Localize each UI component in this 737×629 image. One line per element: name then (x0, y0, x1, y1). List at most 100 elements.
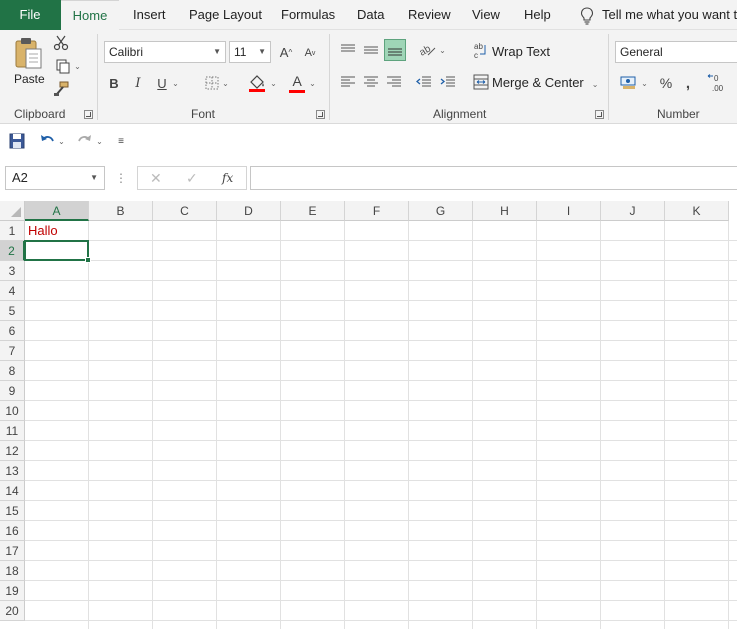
align-center-button[interactable] (361, 72, 381, 92)
column-header-a[interactable]: A (25, 201, 89, 221)
column-header-d[interactable]: D (217, 201, 281, 221)
row-header-15[interactable]: 15 (0, 501, 25, 521)
row-header-5[interactable]: 5 (0, 301, 25, 321)
row-header-1[interactable]: 1 (0, 221, 25, 241)
undo-button[interactable]: ⌄ (36, 132, 68, 150)
number-format-select[interactable]: General (615, 41, 737, 63)
gridline (152, 221, 153, 629)
tab-home[interactable]: Home (61, 0, 119, 30)
align-left-button[interactable] (338, 72, 358, 92)
cell-a1[interactable]: Hallo (28, 223, 58, 238)
enter-icon[interactable]: ✓ (186, 167, 198, 189)
merge-center-button[interactable]: Merge & Center ⌄ (492, 74, 598, 94)
customize-qat-button[interactable]: ≡ (114, 132, 128, 150)
tab-formulas[interactable]: Formulas (281, 0, 335, 30)
tab-review[interactable]: Review (408, 0, 451, 30)
gridline (25, 560, 737, 561)
column-header-j[interactable]: J (601, 201, 665, 221)
gridline (25, 280, 737, 281)
name-box[interactable]: A2 ▼ (5, 166, 105, 190)
row-header-4[interactable]: 4 (0, 281, 25, 301)
column-header-g[interactable]: G (409, 201, 473, 221)
tab-file[interactable]: File (0, 0, 60, 30)
row-header-19[interactable]: 19 (0, 581, 25, 601)
row-header-16[interactable]: 16 (0, 521, 25, 541)
row-header-7[interactable]: 7 (0, 341, 25, 361)
save-button[interactable] (8, 132, 26, 150)
borders-button[interactable]: ⌄ (199, 74, 235, 92)
increase-decimal-button[interactable]: 0.00 (704, 70, 732, 96)
tab-page-layout[interactable]: Page Layout (189, 0, 262, 30)
format-painter-button[interactable] (52, 80, 70, 98)
worksheet-grid[interactable]: A B C D E F G H I J K 1 2 3 4 5 6 7 8 9 10 11 12 13 14 15 16 17 18 19… (0, 201, 737, 629)
row-header-10[interactable]: 10 (0, 401, 25, 421)
grow-font-button[interactable]: A ^ (278, 43, 294, 61)
row-header-12[interactable]: 12 (0, 441, 25, 461)
font-family-select[interactable]: Calibri ▼ (104, 41, 226, 63)
copy-icon (56, 59, 70, 74)
column-header-f[interactable]: F (345, 201, 409, 221)
row-header-6[interactable]: 6 (0, 321, 25, 341)
align-right-button[interactable] (384, 72, 404, 92)
clipboard-launcher-icon[interactable] (84, 110, 93, 119)
alignment-launcher-icon[interactable] (595, 110, 604, 119)
font-launcher-icon[interactable] (316, 110, 325, 119)
tell-me-search[interactable]: Tell me what you want to (580, 0, 737, 30)
row-header-18[interactable]: 18 (0, 561, 25, 581)
row-header-14[interactable]: 14 (0, 481, 25, 501)
row-header-13[interactable]: 13 (0, 461, 25, 481)
row-header-9[interactable]: 9 (0, 381, 25, 401)
bold-button[interactable]: B (106, 74, 122, 92)
row-header-8[interactable]: 8 (0, 361, 25, 381)
increase-indent-icon (440, 76, 455, 87)
font-size-select[interactable]: 11 ▼ (229, 41, 271, 63)
ribbon-home: Paste ⌄ Clipboard Calibri ▼ 11 ▼ A ^ A v… (0, 30, 737, 124)
column-header-c[interactable]: C (153, 201, 217, 221)
fill-color-button[interactable]: ⌄ (245, 72, 279, 94)
column-header-k[interactable]: K (665, 201, 729, 221)
increase-indent-button[interactable] (438, 72, 458, 92)
italic-button[interactable]: I (130, 74, 146, 92)
cancel-icon[interactable]: ✕ (150, 167, 162, 189)
copy-button[interactable]: ⌄ (52, 57, 84, 75)
cut-button[interactable] (52, 34, 70, 52)
orientation-button[interactable]: ab ⌄ (416, 40, 448, 60)
column-header-e[interactable]: E (281, 201, 345, 221)
comma-button[interactable]: , (680, 72, 696, 94)
row-header-20[interactable]: 20 (0, 601, 25, 621)
middle-align-button[interactable] (361, 40, 381, 60)
align-right-icon (387, 76, 401, 87)
accounting-format-button[interactable]: ⌄ (616, 72, 652, 94)
copy-dropdown-icon[interactable]: ⌄ (74, 62, 81, 71)
percent-button[interactable]: % (656, 72, 676, 94)
row-header-11[interactable]: 11 (0, 421, 25, 441)
bottom-align-button[interactable] (384, 39, 406, 61)
column-header-b[interactable]: B (89, 201, 153, 221)
column-header-i[interactable]: I (537, 201, 601, 221)
wrap-text-button[interactable]: Wrap Text (492, 43, 550, 61)
row-header-3[interactable]: 3 (0, 261, 25, 281)
insert-function-button[interactable]: fx (222, 167, 233, 189)
tab-help[interactable]: Help (524, 0, 551, 30)
underline-dropdown[interactable]: ⌄ (168, 74, 180, 92)
paste-button[interactable] (12, 36, 46, 70)
fill-handle[interactable] (85, 257, 91, 263)
tab-view[interactable]: View (472, 0, 500, 30)
align-left-icon (341, 76, 355, 87)
tab-data[interactable]: Data (357, 0, 384, 30)
active-cell-selection[interactable] (24, 240, 91, 263)
gridline (408, 221, 409, 629)
tab-insert[interactable]: Insert (133, 0, 166, 30)
shrink-font-button[interactable]: Av (302, 45, 318, 61)
column-header-h[interactable]: H (473, 201, 537, 221)
row-header-2[interactable]: 2 (0, 241, 25, 261)
formula-input[interactable] (250, 166, 737, 190)
row-header-17[interactable]: 17 (0, 541, 25, 561)
select-all-button[interactable] (0, 201, 25, 221)
redo-button[interactable]: ⌄ (74, 132, 106, 150)
font-color-button[interactable]: A ⌄ (284, 72, 320, 94)
formula-bar-splitter-icon[interactable]: ⋮ (115, 170, 127, 186)
top-align-button[interactable] (338, 40, 358, 60)
clipboard-group-label: Clipboard (14, 107, 66, 121)
decrease-indent-button[interactable] (414, 72, 434, 92)
